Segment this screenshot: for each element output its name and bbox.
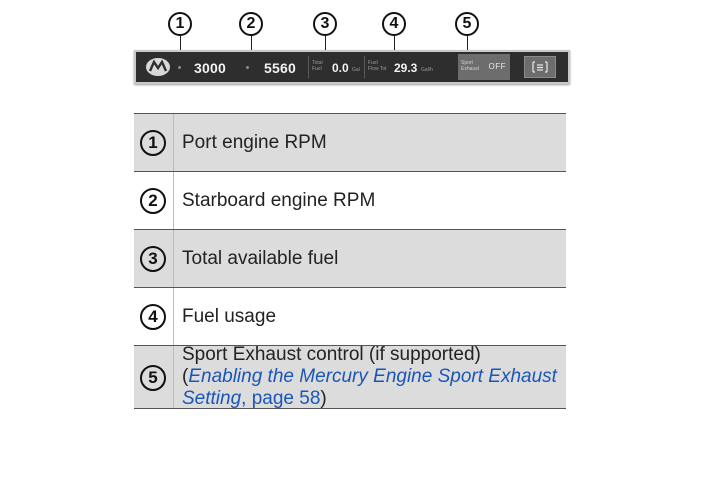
gauge-menu-button[interactable] <box>524 56 556 78</box>
fuel-rate-label-line-2: Flow Tot <box>368 66 387 72</box>
legend-row-5: 5 Sport Exhaust control (if supported) (… <box>134 344 566 410</box>
legend-row-2: 2 Starboard engine RPM <box>134 171 566 229</box>
total-fuel-label: Total Fuel <box>312 60 323 72</box>
callout-5: 5 <box>455 12 479 36</box>
callout-legend-table: 1 Port engine RPM 2 Starboard engine RPM… <box>134 113 566 409</box>
legend-description: Port engine RPM <box>182 131 327 153</box>
total-fuel-unit: Gal <box>352 67 360 73</box>
sport-exhaust-label-line-2: Exhaust <box>461 66 480 72</box>
legend-number-cell: 5 <box>134 346 174 408</box>
port-rpm-value: 3000 <box>194 60 226 76</box>
callout-2: 2 <box>239 12 263 36</box>
legend-description: Sport Exhaust control (if supported) (En… <box>174 344 566 410</box>
legend-number-cell: 4 <box>134 288 174 345</box>
legend-row-4: 4 Fuel usage <box>134 287 566 345</box>
legend-callout-5: 5 <box>140 365 166 391</box>
sport-exhaust-label: Sport Exhaust <box>461 60 479 72</box>
callout-4: 4 <box>382 12 406 36</box>
starboard-rpm-value: 5560 <box>264 60 296 76</box>
legend-row-1: 1 Port engine RPM <box>134 113 566 171</box>
fuel-rate-label: Fuel Flow Tot <box>368 60 387 72</box>
sport-exhaust-control[interactable]: Sport Exhaust OFF <box>458 54 510 80</box>
port-indicator-dot <box>178 66 181 69</box>
legend-text-after: ) <box>320 388 327 409</box>
legend-callout-1: 1 <box>140 130 166 156</box>
cross-reference-page[interactable]: , page 58 <box>241 388 320 409</box>
legend-description: Fuel usage <box>182 305 277 327</box>
gauge-divider <box>308 56 309 78</box>
legend-description-text: Sport Exhaust control (if supported) (En… <box>182 344 566 410</box>
legend-number-cell: 3 <box>134 230 174 287</box>
engine-gauge-figure: 1 2 3 4 5 3000 5560 Total Fuel 0.0 Gal F… <box>0 0 704 95</box>
legend-number-cell: 2 <box>134 172 174 229</box>
legend-callout-2: 2 <box>140 188 166 214</box>
menu-icon <box>532 61 548 73</box>
legend-callout-3: 3 <box>140 246 166 272</box>
callout-1: 1 <box>168 12 192 36</box>
mercury-logo-icon <box>146 58 170 76</box>
legend-number-cell: 1 <box>134 114 174 171</box>
fuel-rate-unit: Gal/h <box>421 67 433 73</box>
legend-callout-4: 4 <box>140 304 166 330</box>
total-fuel-value: 0.0 <box>332 61 349 75</box>
engine-gauge-bar: 3000 5560 Total Fuel 0.0 Gal Fuel Flow T… <box>134 50 570 84</box>
legend-row-3: 3 Total available fuel <box>134 229 566 287</box>
total-fuel-label-line-2: Fuel <box>312 66 322 72</box>
gauge-divider <box>364 56 365 78</box>
callout-3: 3 <box>313 12 337 36</box>
starboard-indicator-dot <box>246 66 249 69</box>
fuel-rate-value: 29.3 <box>394 61 418 75</box>
legend-description: Starboard engine RPM <box>182 189 376 211</box>
cross-reference-link[interactable]: Enabling the Mercury Engine Sport Exhaus… <box>182 366 557 409</box>
sport-exhaust-state: OFF <box>488 62 506 71</box>
legend-description: Total available fuel <box>182 247 339 269</box>
